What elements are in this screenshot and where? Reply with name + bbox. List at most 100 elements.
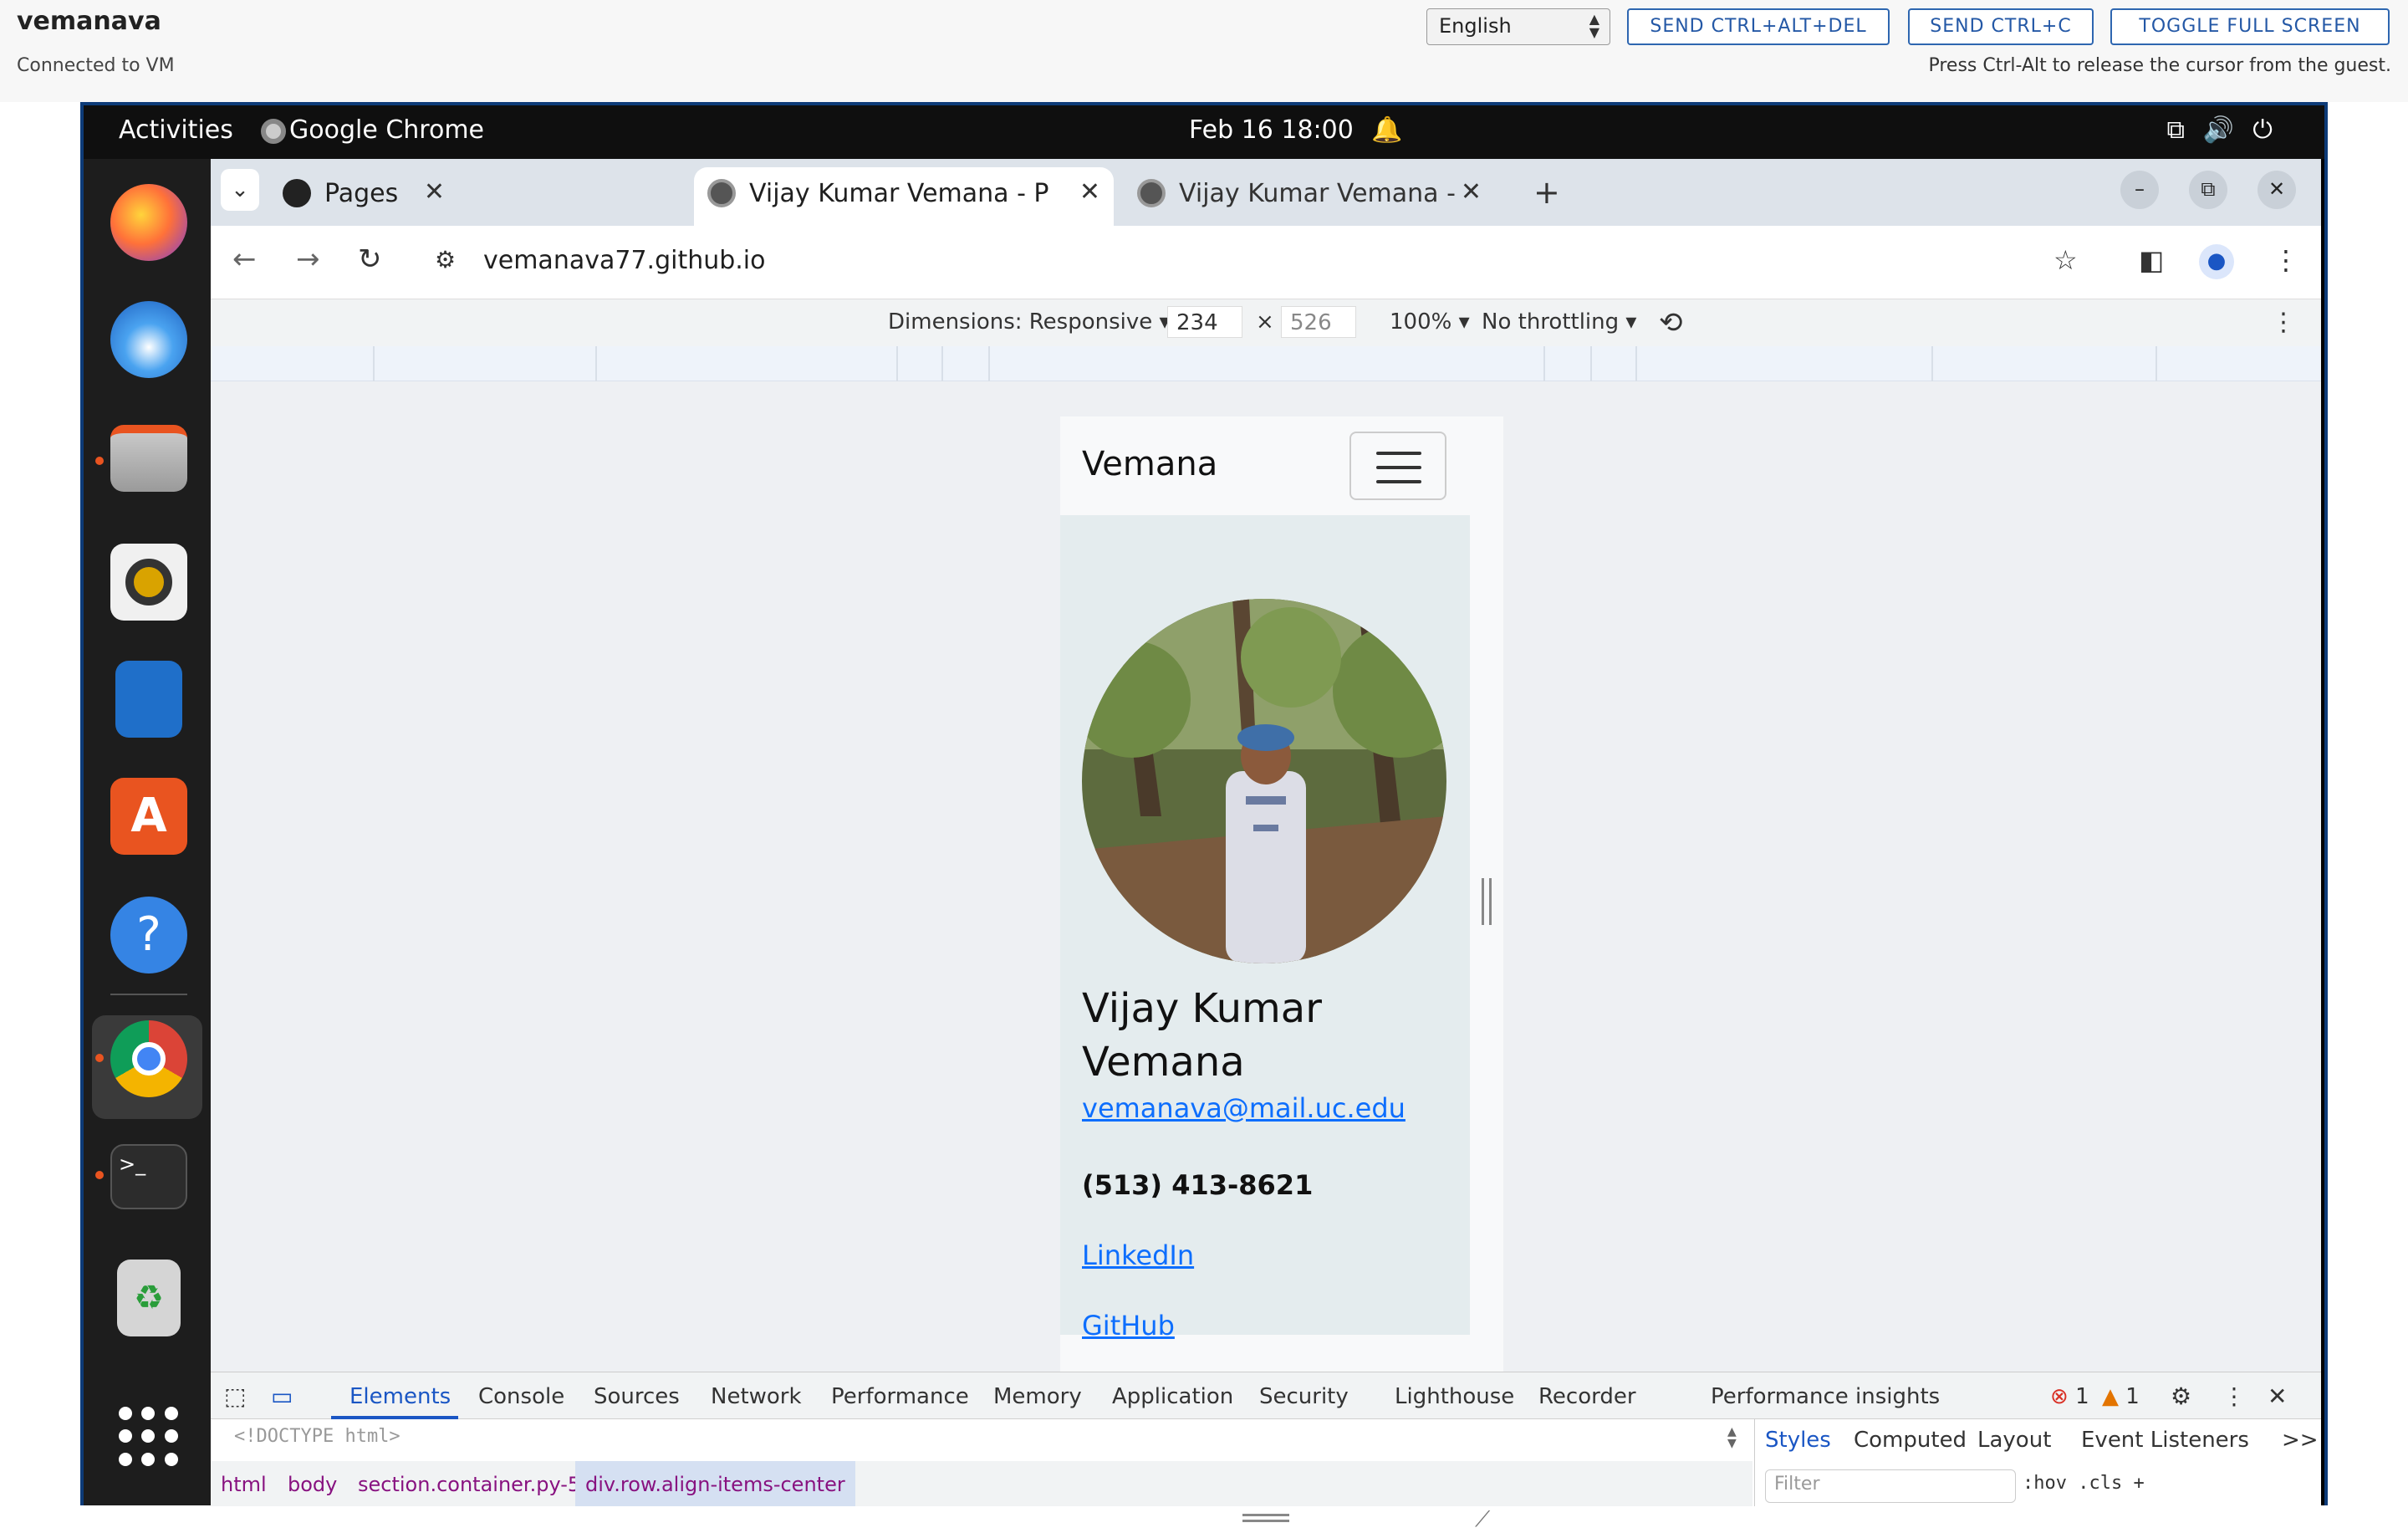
- vm-title: vemanava: [17, 7, 161, 36]
- devtools-settings-icon[interactable]: ⚙: [2171, 1382, 2191, 1410]
- tab-search-button[interactable]: ⌄: [221, 169, 259, 211]
- release-cursor-hint: Press Ctrl-Alt to release the cursor fro…: [1928, 55, 2391, 76]
- close-window-button[interactable]: ✕: [2258, 171, 2296, 209]
- tab-recorder[interactable]: Recorder: [1538, 1384, 1636, 1409]
- tab-elements[interactable]: Elements: [349, 1384, 451, 1409]
- chrome-icon[interactable]: [110, 1020, 187, 1097]
- resize-handle-bottom[interactable]: [1242, 1514, 1289, 1522]
- bookmark-star-icon[interactable]: ☆: [2053, 244, 2078, 276]
- writer-icon[interactable]: [115, 661, 182, 738]
- warning-count[interactable]: ▲ 1: [2102, 1384, 2140, 1409]
- firefox-icon[interactable]: [110, 184, 187, 261]
- app-center-icon[interactable]: A: [110, 778, 187, 855]
- tab-console[interactable]: Console: [478, 1384, 564, 1409]
- tab-network[interactable]: Network: [711, 1384, 802, 1409]
- send-ctrl-alt-del-button[interactable]: SEND CTRL+ALT+DEL: [1627, 8, 1890, 45]
- help-icon[interactable]: ?: [110, 897, 187, 973]
- github-link[interactable]: GitHub: [1082, 1310, 1175, 1341]
- tab-lighthouse[interactable]: Lighthouse: [1395, 1384, 1514, 1409]
- thunderbird-icon[interactable]: [110, 301, 187, 378]
- profile-avatar-icon[interactable]: ●: [2199, 244, 2234, 279]
- activities-button[interactable]: Activities: [119, 115, 233, 145]
- system-tray[interactable]: ⧉🔊⏻: [2166, 115, 2291, 145]
- toggle-full-screen-button[interactable]: TOGGLE FULL SCREEN: [2110, 8, 2390, 45]
- reload-icon[interactable]: ↻: [358, 243, 382, 276]
- close-tab-icon[interactable]: ✕: [1079, 177, 1100, 207]
- chevron-down-icon: ⌄: [231, 177, 249, 202]
- back-arrow-icon[interactable]: ←: [232, 243, 257, 276]
- tab-memory[interactable]: Memory: [993, 1384, 1082, 1409]
- trash-icon[interactable]: ♻: [117, 1260, 181, 1336]
- devtools-more-icon[interactable]: ⋮: [2222, 1382, 2246, 1410]
- forward-arrow-icon[interactable]: →: [296, 243, 320, 276]
- site-info-icon[interactable]: ⚙: [435, 246, 456, 273]
- viewport-width-input[interactable]: 234: [1167, 306, 1242, 338]
- app-menu[interactable]: Google Chrome: [289, 115, 484, 145]
- send-ctrl-c-button[interactable]: SEND CTRL+C: [1908, 8, 2094, 45]
- tab-event-listeners[interactable]: Event Listeners: [2081, 1428, 2249, 1453]
- terminal-icon[interactable]: >_: [110, 1144, 187, 1209]
- viewport-height-input[interactable]: 526: [1281, 306, 1356, 338]
- devtools-close-icon[interactable]: ✕: [2268, 1382, 2287, 1410]
- tab-sources[interactable]: Sources: [594, 1384, 680, 1409]
- more-tabs-icon[interactable]: >>: [2282, 1428, 2319, 1453]
- gnome-top-bar: Activities Google Chrome Feb 16 18:00 🔔 …: [84, 105, 2324, 159]
- tab-computed[interactable]: Computed: [1854, 1428, 1967, 1453]
- zoom-dropdown[interactable]: 100% ▾: [1390, 309, 1470, 335]
- tab-vijay[interactable]: Vijay Kumar Vemana - Pr ✕: [1124, 167, 1508, 226]
- styles-tabbar: Styles Computed Layout Event Listeners >…: [1755, 1419, 2322, 1461]
- running-indicator: [95, 457, 104, 465]
- device-toggle-icon[interactable]: ▭: [271, 1382, 293, 1410]
- linkedin-link[interactable]: LinkedIn: [1082, 1239, 1194, 1271]
- device-more-icon[interactable]: ⋮: [2271, 308, 2296, 337]
- tab-performance[interactable]: Performance: [831, 1384, 969, 1409]
- tab-security[interactable]: Security: [1259, 1384, 1349, 1409]
- breadcrumb-html[interactable]: html: [221, 1473, 267, 1496]
- tab-vijay-active[interactable]: Vijay Kumar Vemana - Pr ✕: [694, 167, 1114, 226]
- chrome-window: ⌄ Pages ✕ Vijay Kumar Vemana - Pr ✕ Vija…: [211, 159, 2322, 1532]
- url-text[interactable]: vemanava77.github.io: [483, 246, 766, 275]
- resize-handle-right[interactable]: [1482, 878, 1492, 925]
- resize-corner-icon[interactable]: ⟋: [1475, 1507, 1490, 1533]
- language-select-value: English: [1439, 14, 1512, 38]
- files-icon[interactable]: [110, 425, 187, 492]
- chrome-menu-icon[interactable]: ⋮: [2273, 244, 2299, 276]
- navbar-toggler-button[interactable]: [1349, 432, 1446, 500]
- language-select[interactable]: English ▲ ▼: [1426, 8, 1610, 45]
- show-apps-icon[interactable]: [119, 1407, 179, 1467]
- minimize-button[interactable]: –: [2120, 171, 2159, 209]
- tab-application[interactable]: Application: [1112, 1384, 1233, 1409]
- restore-button[interactable]: ⧉: [2189, 171, 2227, 209]
- side-panel-icon[interactable]: ◧: [2139, 244, 2164, 276]
- breadcrumb-div-row[interactable]: div.row.align-items-center: [575, 1461, 855, 1506]
- throttling-dropdown[interactable]: No throttling ▾: [1482, 309, 1636, 335]
- rotate-icon[interactable]: ⟲: [1659, 306, 1683, 340]
- tab-label: Vijay Kumar Vemana - Pr: [1179, 179, 1463, 208]
- styles-toolbar[interactable]: :hov .cls +: [2023, 1473, 2145, 1494]
- media-query-ruler[interactable]: [211, 346, 2321, 381]
- email-link[interactable]: vemanava@mail.uc.edu: [1082, 1092, 1406, 1124]
- dimensions-dropdown[interactable]: Dimensions: Responsive ▾: [888, 309, 1171, 335]
- dom-tree-line[interactable]: <!DOCTYPE html>: [234, 1426, 400, 1447]
- dock: A ? >_ ♻: [84, 159, 211, 1505]
- new-tab-button[interactable]: +: [1533, 174, 1560, 211]
- tab-layout[interactable]: Layout: [1977, 1428, 2051, 1453]
- tab-styles[interactable]: Styles: [1765, 1428, 1831, 1453]
- styles-filter-input[interactable]: Filter: [1765, 1469, 2016, 1503]
- navbar-brand[interactable]: Vemana: [1082, 445, 1217, 483]
- address-bar[interactable]: ⚙ vemanava77.github.io: [420, 234, 2276, 289]
- scroll-arrows-icon[interactable]: ▲ ▼: [1727, 1426, 1737, 1449]
- breadcrumb-section[interactable]: section.container.py-5: [358, 1473, 580, 1496]
- close-tab-icon[interactable]: ✕: [1461, 177, 1482, 207]
- rhythmbox-icon[interactable]: [110, 544, 187, 621]
- emulated-viewport-area: Vemana Vijay Kumar Vemana vemanava@mail.…: [211, 381, 2321, 1532]
- vm-connection-status: Connected to VM: [17, 55, 175, 76]
- chrome-app-icon: [261, 119, 286, 144]
- tab-performance-insights[interactable]: Performance insights: [1711, 1384, 1940, 1409]
- error-count[interactable]: ⊗ 1: [2050, 1384, 2089, 1409]
- breadcrumb-body[interactable]: body: [288, 1473, 337, 1496]
- notification-bell-icon: 🔔: [1371, 115, 1403, 145]
- clock[interactable]: Feb 16 18:00: [1189, 115, 1354, 145]
- close-tab-icon[interactable]: ✕: [424, 177, 445, 207]
- inspect-element-icon[interactable]: ⬚: [224, 1382, 246, 1410]
